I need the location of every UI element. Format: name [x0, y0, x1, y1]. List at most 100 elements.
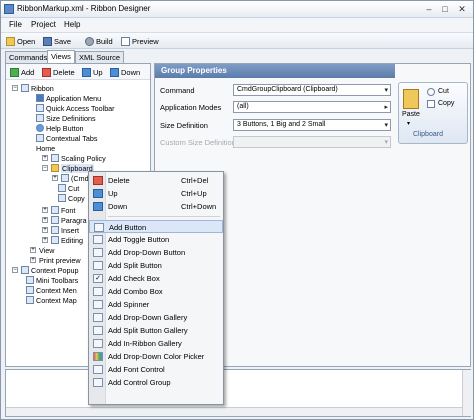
- expand-icon[interactable]: +: [42, 155, 48, 161]
- split-gallery-icon: [93, 326, 103, 335]
- tree-node-clipboard[interactable]: − Clipboard: [42, 163, 94, 173]
- copy-icon: [427, 100, 435, 108]
- command-select[interactable]: CmdGroupClipboard (Clipboard) ▾: [233, 84, 391, 96]
- preview-icon: [121, 37, 130, 46]
- vertical-scrollbar[interactable]: [462, 370, 471, 416]
- command-icon: [61, 174, 69, 182]
- add-button[interactable]: Add: [10, 66, 34, 79]
- delete-button[interactable]: Delete: [42, 66, 75, 79]
- collapse-icon[interactable]: −: [12, 85, 18, 91]
- expand-icon[interactable]: +: [42, 237, 48, 243]
- check-box-icon: ✓: [93, 274, 103, 283]
- tree-node-insert[interactable]: + Insert: [42, 225, 79, 235]
- copy-label[interactable]: Copy: [438, 100, 454, 107]
- tree-node-copy[interactable]: Copy: [58, 193, 85, 203]
- tree-node-scaling-policy[interactable]: + Scaling Policy: [42, 153, 106, 163]
- horizontal-scrollbar[interactable]: [6, 407, 462, 416]
- menu-item-add-toggle-button[interactable]: Add Toggle Button: [89, 233, 223, 246]
- arrow-down-icon: [93, 202, 103, 211]
- tree-node-cut[interactable]: Cut: [58, 183, 79, 193]
- preview-button[interactable]: Preview: [121, 35, 159, 48]
- menu-item-add-in-ribbon-gallery[interactable]: Add In-Ribbon Gallery: [89, 337, 223, 350]
- tree-node-mini-toolbars[interactable]: Mini Toolbars: [26, 275, 78, 285]
- menu-item-add-drop-down-gallery[interactable]: Add Drop-Down Gallery: [89, 311, 223, 324]
- tree-node-paragraph[interactable]: + Paragra: [42, 215, 87, 225]
- collapse-icon[interactable]: −: [42, 165, 48, 171]
- expand-icon[interactable]: +: [42, 207, 48, 213]
- menu-icon: [36, 94, 44, 102]
- font-control-icon: [93, 365, 103, 374]
- menu-item-down[interactable]: Down Ctrl+Down: [89, 200, 223, 213]
- tab-views[interactable]: Views: [47, 50, 75, 63]
- tree-node-font[interactable]: + Font: [42, 205, 75, 215]
- menu-project[interactable]: Project: [31, 20, 56, 29]
- tree-node-print-preview[interactable]: + Print preview: [30, 255, 81, 265]
- menu-icon: [26, 286, 34, 294]
- menu-item-add-split-button-gallery[interactable]: Add Split Button Gallery: [89, 324, 223, 337]
- save-button[interactable]: Save: [43, 35, 71, 48]
- gallery-icon: [93, 313, 103, 322]
- close-button[interactable]: ✕: [454, 3, 470, 15]
- menu-item-add-font-control[interactable]: Add Font Control: [89, 363, 223, 376]
- tree-node-context-maps[interactable]: Context Map: [26, 295, 77, 305]
- tree-node-editing[interactable]: + Editing: [42, 235, 83, 245]
- app-icon: [4, 4, 14, 14]
- menu-item-add-combo-box[interactable]: Add Combo Box: [89, 285, 223, 298]
- menu-item-add-split-button[interactable]: Add Split Button: [89, 259, 223, 272]
- tab-commands[interactable]: Commands: [5, 51, 52, 63]
- tree-node-ribbon[interactable]: − Ribbon: [12, 83, 54, 93]
- gear-icon: [85, 37, 94, 46]
- menu-item-delete[interactable]: Delete Ctrl+Del: [89, 174, 223, 187]
- tree-node-context-popup[interactable]: − Context Popup: [12, 265, 79, 275]
- tree-node-application-menu[interactable]: Application Menu: [36, 93, 101, 103]
- menu-item-add-button[interactable]: Add Button: [89, 220, 223, 233]
- menu-file[interactable]: File: [9, 20, 22, 29]
- menu-item-add-drop-down-button[interactable]: Add Drop-Down Button: [89, 246, 223, 259]
- tree-node-quick-access-toolbar[interactable]: Quick Access Toolbar: [36, 103, 115, 113]
- context-menu: Delete Ctrl+Del Up Ctrl+Up Down Ctrl+Dow…: [88, 171, 224, 405]
- tree-node-context-menus[interactable]: Context Men: [26, 285, 77, 295]
- paste-label[interactable]: Paste: [402, 111, 420, 118]
- spinner-icon: [93, 300, 103, 309]
- scissors-icon: [427, 88, 435, 96]
- toggle-button-icon: [93, 235, 103, 244]
- group-properties-header: Group Properties: [155, 64, 395, 78]
- expand-icon[interactable]: +: [42, 217, 48, 223]
- expand-icon[interactable]: +: [30, 247, 36, 253]
- tree-node-help-button[interactable]: Help Button: [36, 123, 84, 133]
- expand-icon[interactable]: +: [30, 257, 36, 263]
- menu-item-add-control-group[interactable]: Add Control Group: [89, 376, 223, 389]
- popup-icon: [21, 266, 29, 274]
- open-button[interactable]: Open: [6, 35, 35, 48]
- tree-node-view[interactable]: + View: [30, 245, 54, 255]
- custom-size-definition-select: ▾: [233, 136, 391, 148]
- tab-xml-source[interactable]: XML Source: [75, 51, 124, 63]
- add-icon: [10, 68, 19, 77]
- maximize-button[interactable]: □: [437, 3, 453, 15]
- collapse-icon[interactable]: −: [12, 267, 18, 273]
- scaling-icon: [51, 154, 59, 162]
- menu-help[interactable]: Help: [64, 20, 80, 29]
- menu-item-add-spinner[interactable]: Add Spinner: [89, 298, 223, 311]
- cut-label[interactable]: Cut: [438, 88, 449, 95]
- chevron-down-icon: ▾: [384, 139, 388, 146]
- menu-item-add-check-box[interactable]: ✓ Add Check Box: [89, 272, 223, 285]
- up-button[interactable]: Up: [82, 66, 103, 79]
- arrow-up-icon: [82, 68, 91, 77]
- application-modes-field[interactable]: (all) ▸: [233, 101, 391, 113]
- window-title: RibbonMarkup.xml - Ribbon Designer: [17, 4, 151, 13]
- tree-node-contextual-tabs[interactable]: Contextual Tabs: [36, 133, 97, 143]
- group-icon: [51, 216, 59, 224]
- size-definition-select[interactable]: 3 Buttons, 1 Big and 2 Small ▾: [233, 119, 391, 131]
- minimize-button[interactable]: –: [421, 3, 437, 15]
- build-button[interactable]: Build: [85, 35, 113, 48]
- app-window: RibbonMarkup.xml - Ribbon Designer – □ ✕…: [0, 0, 474, 420]
- down-button[interactable]: Down: [110, 66, 140, 79]
- group-icon: [51, 164, 59, 172]
- expand-icon[interactable]: +: [52, 175, 58, 181]
- menu-item-add-drop-down-color-picker[interactable]: Add Drop-Down Color Picker: [89, 350, 223, 363]
- menu-item-up[interactable]: Up Ctrl+Up: [89, 187, 223, 200]
- tree-node-size-definitions[interactable]: Size Definitions: [36, 113, 96, 123]
- expand-icon[interactable]: +: [42, 227, 48, 233]
- tree-node-home[interactable]: Home: [36, 143, 55, 153]
